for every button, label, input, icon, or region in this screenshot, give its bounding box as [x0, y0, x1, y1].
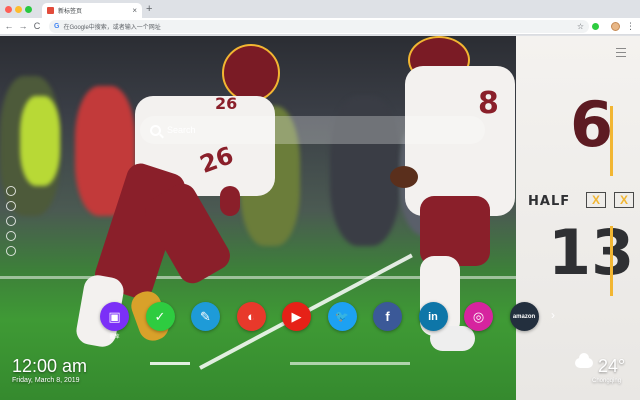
address-bar[interactable]: G 在Google中搜索，或者输入一个网址 ☆ [49, 20, 589, 33]
new-tab-page: 26 26 8 6 HALF X X 13 Search ▣ 图库 ✓ ✎ ◐ … [0, 36, 640, 400]
search-input[interactable] [167, 125, 467, 135]
tab-title: 新标签页 [58, 9, 83, 15]
side-search-icon[interactable] [6, 186, 16, 196]
side-info-icon[interactable] [6, 246, 16, 256]
address-bar-placeholder: 在Google中搜索，或者输入一个网址 [63, 25, 161, 31]
instagram-icon[interactable]: ◎ [464, 302, 493, 331]
score-divider [610, 106, 613, 176]
score-divider-2 [610, 226, 613, 296]
weather-temp: 24° [598, 356, 626, 376]
side-settings-icon[interactable] [6, 201, 16, 211]
browser-menu-icon[interactable]: ⋮ [626, 20, 635, 32]
cloud-icon [575, 353, 593, 368]
youtube-icon[interactable]: ▶ [282, 302, 311, 331]
score-top: 6 [570, 88, 614, 161]
shortcut-theme[interactable]: ◐ [236, 302, 266, 331]
bookmark-star-icon[interactable]: ☆ [577, 22, 584, 31]
shortcut-gallery[interactable]: ▣ 图库 [100, 302, 129, 340]
extension-icon[interactable] [592, 23, 599, 30]
clock-time: 12:00 am [12, 356, 88, 376]
tab-new-tab[interactable]: 新标签页 × [42, 3, 142, 18]
search-bar[interactable] [140, 116, 485, 144]
half-mark-1: X [586, 192, 606, 208]
new-tab-button[interactable]: + [146, 3, 152, 15]
half-mark-2: X [614, 192, 634, 208]
tab-favicon-icon [47, 7, 54, 14]
tab-close-icon[interactable]: × [132, 6, 137, 15]
close-window-button[interactable] [5, 6, 12, 13]
shortcut-twitter[interactable]: 🐦 [327, 302, 357, 331]
twitter-icon[interactable]: 🐦 [327, 302, 357, 331]
note-icon[interactable]: ✎ [191, 302, 220, 331]
facebook-icon[interactable]: f [373, 302, 402, 331]
check-icon[interactable]: ✓ [145, 302, 175, 331]
palette-icon[interactable]: ◐ [236, 302, 266, 331]
browser-toolbar: ← → C G 在Google中搜索，或者输入一个网址 ☆ ⋮ [0, 18, 640, 35]
tab-strip: 新标签页 × + [0, 0, 640, 18]
shortcut-facebook[interactable]: f [373, 302, 402, 331]
team-score-panel: 6 HALF X X 13 [516, 36, 640, 400]
clock-date: Friday, March 8, 2019 [12, 377, 80, 384]
minimize-window-button[interactable] [15, 6, 22, 13]
google-icon: G [54, 23, 60, 30]
maximize-window-button[interactable] [25, 6, 32, 13]
shortcut-instagram[interactable]: ◎ [464, 302, 493, 331]
shortcut-notes[interactable]: ✎ [191, 302, 220, 331]
search-icon [150, 124, 161, 136]
hamburger-menu-icon[interactable] [616, 48, 626, 60]
shortcut-youtube[interactable]: ▶ [282, 302, 311, 331]
shortcut-amazon[interactable]: amazon [509, 302, 539, 331]
linkedin-icon[interactable]: in [418, 302, 448, 331]
forward-button[interactable]: → [18, 20, 28, 32]
dock-next-arrow-icon[interactable]: › [551, 308, 555, 322]
shortcut-label: 图库 [109, 334, 120, 340]
score-bottom: 13 [548, 216, 635, 289]
shortcut-linkedin[interactable]: in [418, 302, 448, 331]
profile-avatar[interactable] [611, 22, 620, 31]
back-button[interactable]: ← [4, 20, 14, 32]
shortcut-check[interactable]: ✓ [145, 302, 175, 331]
side-image-icon[interactable] [6, 216, 16, 226]
reload-button[interactable]: C [32, 20, 42, 32]
side-toolbar [6, 186, 16, 261]
half-label: HALF [528, 194, 571, 209]
weather-city: Chongqing [592, 378, 622, 384]
image-icon[interactable]: ▣ [100, 302, 129, 331]
background-photo: 26 26 8 [0, 36, 520, 400]
shortcut-dock: ▣ 图库 ✓ ✎ ◐ ▶ 🐦 f in ◎ amazon › [100, 302, 555, 342]
amazon-icon[interactable]: amazon [509, 302, 539, 331]
side-gear-icon[interactable] [6, 231, 16, 241]
